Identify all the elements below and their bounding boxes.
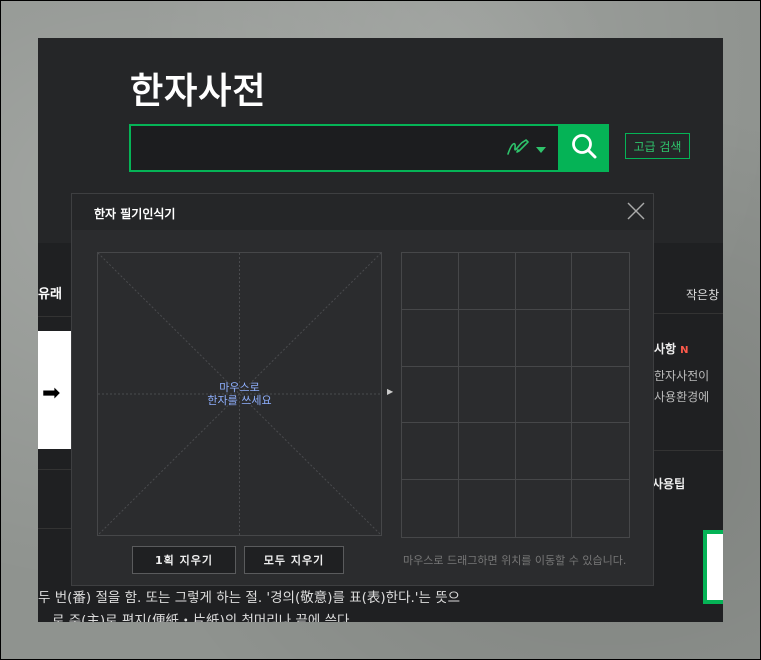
candidate-cell[interactable] [515, 309, 573, 367]
divider [38, 316, 72, 317]
candidate-cell[interactable] [402, 423, 459, 481]
candidate-cell[interactable] [572, 367, 629, 424]
search-input[interactable] [129, 124, 560, 172]
small-window-link[interactable]: 작은창 [686, 286, 719, 303]
candidate-cell[interactable] [515, 366, 573, 424]
new-badge: N [680, 345, 689, 356]
handwriting-icon [506, 137, 530, 162]
candidate-cell[interactable] [572, 253, 629, 310]
definition-line: 두 번(番) 절을 함. 또는 그렇게 하는 절. '경의(敬意)를 표(表)한… [38, 590, 461, 606]
divider [38, 469, 72, 470]
notice-title[interactable]: 사항 N [654, 340, 688, 357]
candidate-cell[interactable] [458, 309, 516, 367]
candidate-cell[interactable] [572, 480, 629, 537]
handwriting-toggle[interactable] [506, 137, 546, 162]
candidate-cell[interactable] [515, 423, 573, 481]
candidate-cell[interactable] [572, 423, 629, 481]
clear-one-stroke-button[interactable]: 1획 지우기 [132, 546, 236, 574]
handwriting-canvas[interactable]: 마우스로 한자를 쓰세요 [97, 252, 382, 536]
candidate-cell[interactable] [402, 309, 459, 367]
notice-line[interactable]: 사용환경에 [654, 388, 709, 405]
candidate-cell[interactable] [515, 253, 573, 310]
candidate-cell[interactable] [572, 310, 629, 367]
close-icon[interactable] [625, 200, 647, 222]
candidate-cell[interactable] [516, 480, 573, 537]
canvas-hint: 마우스로 한자를 쓰세요 [207, 381, 272, 407]
candidate-cell[interactable] [458, 366, 516, 424]
advanced-search-button[interactable]: 고급 검색 [625, 133, 690, 159]
tab-origin[interactable]: 유래 [38, 283, 62, 302]
dialog-header: 한자 필기인식기 [72, 194, 653, 230]
handwriting-dialog: 한자 필기인식기 마우스로 한자를 쓰세요 ▶ 1획 지우기 모두 지우기 마우… [71, 193, 654, 586]
candidate-grid [401, 252, 630, 538]
candidate-cell[interactable] [458, 423, 516, 481]
pager-arrow-icon[interactable]: ▶ [387, 387, 393, 396]
search-button[interactable] [559, 124, 609, 172]
drag-hint: 마우스로 드래그하면 위치를 이동할 수 있습니다. [403, 554, 627, 567]
search-icon [570, 132, 598, 164]
candidate-cell[interactable] [402, 253, 459, 310]
candidate-cell[interactable] [402, 480, 459, 537]
chevron-down-icon [536, 146, 546, 153]
dialog-title: 한자 필기인식기 [94, 207, 176, 221]
candidate-cell[interactable] [402, 366, 459, 424]
divider [38, 528, 72, 529]
candidate-cell[interactable] [459, 480, 516, 537]
page-title: 한자사전 [130, 71, 267, 112]
side-banner-green [703, 530, 723, 604]
definition-line: 로 주(主)로 편지(便紙・片紙)의 첫머리나 끝에 쓴다. [52, 613, 354, 622]
candidate-cell[interactable] [458, 253, 516, 310]
clear-all-button[interactable]: 모두 지우기 [244, 546, 344, 574]
notice-line[interactable]: 한자사전이 [654, 367, 709, 384]
tips-title[interactable]: 사용팁 [652, 475, 685, 492]
arrow-right-icon: ➡ [42, 381, 61, 406]
